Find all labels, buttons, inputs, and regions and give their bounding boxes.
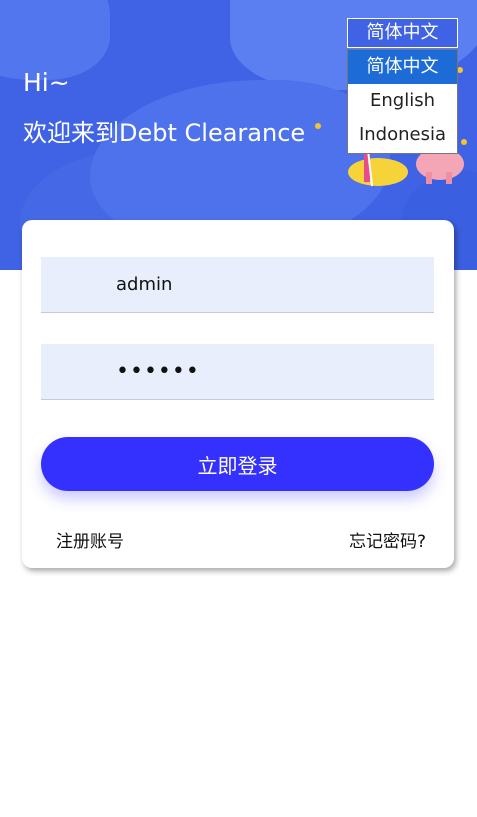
language-select[interactable]: 简体中文	[347, 18, 458, 48]
language-option-id[interactable]: Indonesia	[348, 118, 457, 152]
language-option-en[interactable]: English	[348, 84, 457, 118]
username-field-container	[41, 257, 434, 313]
welcome-text: 欢迎来到Debt Clearance	[23, 119, 306, 147]
password-field-container	[41, 344, 434, 400]
greeting-text: Hi~	[23, 68, 70, 97]
login-button[interactable]: 立即登录	[41, 437, 434, 491]
username-input[interactable]	[41, 257, 434, 312]
decorative-dot	[315, 123, 321, 129]
language-option-zh[interactable]: 简体中文	[348, 50, 457, 84]
language-dropdown-menu: 简体中文 English Indonesia	[347, 49, 458, 154]
forgot-password-link[interactable]: 忘记密码?	[349, 527, 426, 552]
login-card: 立即登录 注册账号 忘记密码?	[22, 220, 454, 568]
password-input[interactable]	[41, 344, 434, 399]
register-link[interactable]: 注册账号	[56, 527, 124, 552]
